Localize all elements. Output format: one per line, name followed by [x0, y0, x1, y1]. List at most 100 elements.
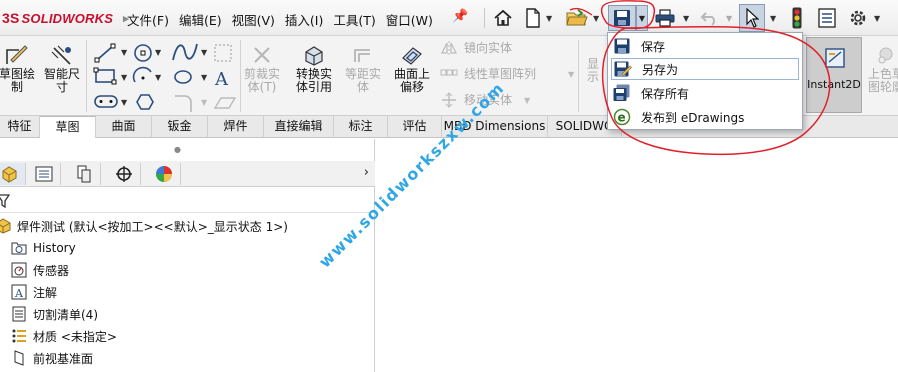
pin-menu-icon[interactable]: 📌 — [452, 9, 468, 24]
displaymanager-icon — [155, 166, 172, 182]
display-relations-button[interactable]: 显 示 — [582, 58, 604, 84]
menu-item-save-all[interactable]: 保存所有 — [611, 82, 799, 104]
tab-displaymanager[interactable] — [147, 163, 181, 185]
linear-pattern-button[interactable]: 线性草图阵列 — [440, 65, 536, 82]
feature-tree-filter[interactable] — [0, 189, 375, 213]
panel-grip-icon[interactable]: ● — [174, 145, 181, 154]
linear-pattern-label: 线性草图阵列 — [464, 67, 537, 81]
line-tool-icon[interactable] — [94, 43, 116, 63]
trim-entities-icon — [254, 47, 270, 63]
menu-item-save-as[interactable]: 另存为 — [611, 58, 799, 80]
panel-more-tabs-icon[interactable]: › — [364, 165, 369, 180]
home-button[interactable] — [490, 4, 516, 32]
solidworks-logo[interactable]: 3S SOLIDWORKS ▸ — [2, 8, 129, 28]
tree-item-label: 注解 — [33, 285, 58, 300]
tab-surfaces[interactable]: 曲面 — [96, 116, 152, 138]
polygon-tool-icon[interactable] — [136, 94, 154, 110]
circle-tool-icon[interactable] — [134, 44, 152, 62]
undo-dropdown-caret-icon[interactable]: ▼ — [726, 14, 732, 23]
offset-on-surface-button[interactable]: 曲面上 偏移 — [390, 44, 434, 94]
options-button[interactable] — [845, 4, 871, 32]
file-properties-button[interactable] — [813, 4, 841, 32]
open-dropdown-caret-icon[interactable]: ▼ — [593, 14, 599, 23]
undo-button[interactable] — [697, 4, 723, 32]
file-properties-icon — [818, 8, 836, 28]
mirror-entities-button[interactable]: 镜向实体 — [440, 39, 512, 56]
fillet-tool-icon[interactable] — [175, 95, 192, 112]
menu-item-publish-edrawings[interactable]: e 发布到 eDrawings — [611, 106, 799, 128]
construction-geometry-icon[interactable] — [214, 44, 232, 62]
tab-featuremanager[interactable] — [0, 163, 26, 185]
plane-tool-icon[interactable] — [213, 97, 237, 109]
tab-evaluate[interactable]: 评估 — [388, 116, 442, 138]
menu-edit[interactable]: 编辑(E) — [174, 9, 227, 30]
menu-item-save[interactable]: 保存 — [611, 35, 799, 57]
print-button[interactable] — [652, 4, 678, 32]
svg-text:▼: ▼ — [201, 48, 208, 57]
tree-item-annotations[interactable]: A 注解 — [10, 281, 57, 303]
instant2d-button[interactable]: Instant2D — [806, 37, 862, 113]
sketch-label: 草图绘 制 — [0, 67, 35, 94]
menu-tools[interactable]: 工具(T) — [328, 9, 380, 30]
options-dropdown-caret-icon[interactable]: ▼ — [874, 14, 880, 23]
rectangle-tool-icon[interactable] — [93, 67, 117, 85]
mirror-entities-label: 镜向实体 — [464, 41, 513, 55]
tree-root-part[interactable]: 焊件测试 (默认<按加工><<默认>_显示状态 1>) — [0, 215, 288, 237]
new-dropdown-caret-icon[interactable]: ▼ — [546, 14, 552, 23]
arc-tool-icon[interactable] — [132, 66, 152, 83]
tab-dimxpertmanager[interactable] — [107, 163, 141, 185]
tree-item-sensors[interactable]: 传感器 — [10, 259, 69, 281]
tree-item-cut-list[interactable]: 切割清单(4) — [10, 303, 98, 325]
slot-tool-icon[interactable] — [94, 95, 118, 108]
smart-dimension-button[interactable]: 智能尺 寸 — [40, 44, 84, 94]
sensor-icon — [10, 261, 28, 279]
home-icon — [494, 9, 512, 26]
menu-view[interactable]: 视图(V) — [227, 9, 280, 30]
tab-markup[interactable]: 标注 — [334, 116, 388, 138]
featuremanager-icon — [2, 166, 16, 183]
linear-pattern-caret-icon[interactable]: ▼ — [568, 70, 574, 79]
save-dropdown-button[interactable]: ▼ — [636, 5, 648, 31]
print-dropdown-caret-icon[interactable]: ▼ — [683, 14, 689, 23]
tree-item-material[interactable]: 材质 <未指定> — [10, 325, 117, 347]
save-button[interactable] — [608, 5, 636, 31]
move-entities-caret-icon[interactable]: ▼ — [524, 96, 530, 105]
tab-sketch[interactable]: 草图 — [40, 116, 96, 138]
trim-entities-button[interactable]: 剪裁实 体(T) — [242, 44, 282, 94]
menu-bar: 文件(F) 编辑(E) 视图(V) 插入(I) 工具(T) 窗口(W) — [122, 9, 438, 30]
new-document-button[interactable] — [522, 4, 544, 32]
ellipse-tool-icon[interactable] — [174, 70, 192, 84]
select-dropdown-caret-icon[interactable]: ▼ — [770, 14, 776, 23]
tab-features[interactable]: 特征 — [0, 116, 40, 138]
tab-direct-editing[interactable]: 直接编辑 — [264, 116, 334, 138]
menu-file[interactable]: 文件(F) — [122, 9, 174, 30]
tree-item-history[interactable]: History — [10, 237, 76, 259]
ribbon-separator — [578, 40, 579, 112]
shaded-sketch-button[interactable]: 上色草 图轮廓 — [864, 44, 898, 94]
select-button[interactable] — [739, 4, 765, 32]
menu-window[interactable]: 窗口(W) — [381, 9, 438, 30]
open-document-button[interactable] — [564, 4, 590, 32]
tab-sheet-metal[interactable]: 钣金 — [152, 116, 208, 138]
rebuild-button[interactable] — [785, 4, 809, 32]
spline-tool-icon[interactable] — [172, 43, 198, 61]
svg-text:▼: ▼ — [121, 73, 128, 82]
save-all-icon — [611, 83, 633, 103]
print-icon — [655, 9, 675, 27]
sketch-button[interactable]: 草图绘 制 — [0, 44, 38, 94]
menu-insert[interactable]: 插入(I) — [280, 9, 328, 30]
cut-list-icon — [10, 305, 28, 323]
text-tool-icon[interactable]: A — [214, 69, 229, 90]
tree-item-label: 前视基准面 — [33, 351, 94, 366]
filter-funnel-icon[interactable] — [0, 194, 10, 208]
convert-entities-label: 转换实 体引用 — [295, 67, 332, 94]
select-cursor-icon — [746, 8, 759, 28]
convert-entities-button[interactable]: 转换实 体引用 — [288, 44, 340, 94]
edrawings-icon: e — [611, 107, 633, 127]
tab-configurationmanager[interactable] — [67, 163, 101, 185]
tab-propertymanager[interactable] — [27, 163, 61, 185]
tree-item-front-plane[interactable]: 前视基准面 — [10, 347, 93, 369]
graphics-area[interactable] — [376, 139, 898, 372]
tab-weldments[interactable]: 焊件 — [208, 116, 264, 138]
offset-entities-button[interactable]: 等距实 体 — [342, 44, 384, 94]
